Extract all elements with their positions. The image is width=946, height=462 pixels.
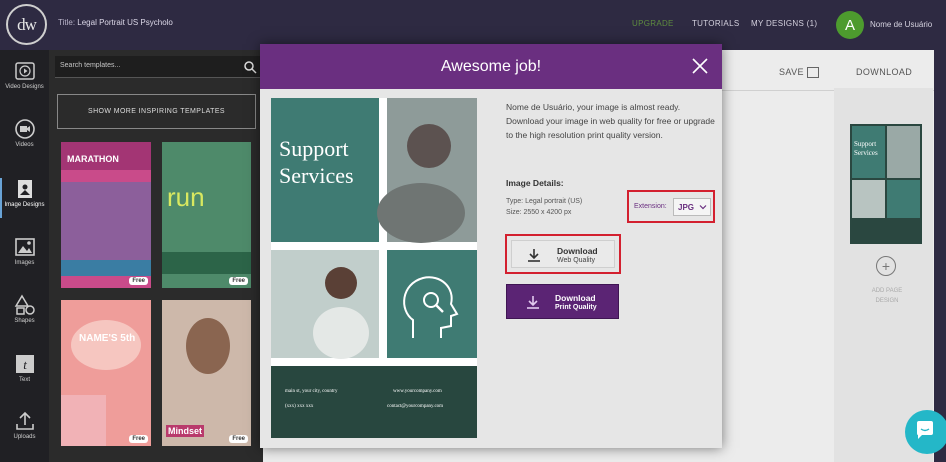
template-card-text: run xyxy=(167,182,205,212)
download-icon xyxy=(528,249,540,262)
sidebar-item-label: Videos xyxy=(15,142,34,148)
preview-artwork: Support Services main st, your city, cou… xyxy=(271,98,477,438)
thumb-headline-1: Support xyxy=(854,140,876,148)
preview-address: main st, your city, country xyxy=(285,389,338,394)
download-print-quality-button[interactable]: Download Print Quality xyxy=(506,284,619,319)
extension-select[interactable]: JPG xyxy=(673,198,711,216)
sidebar-item-video-designs[interactable]: Video Designs xyxy=(0,60,49,90)
template-card-marathon[interactable]: MARATHON Free xyxy=(61,142,151,288)
download-web-quality-button[interactable]: Download Web Quality xyxy=(511,240,615,268)
title-text[interactable]: Legal Portrait US Psycholo xyxy=(77,18,173,27)
search-placeholder: Search templates... xyxy=(60,62,121,69)
upload-icon xyxy=(15,411,34,430)
search-templates-input[interactable]: Search templates... xyxy=(55,56,260,78)
sidebar-item-label: Shapes xyxy=(14,318,35,324)
add-page-label: ADD PAGE DESIGN xyxy=(871,288,903,304)
preview-website: www.yourcompany.com xyxy=(393,389,442,394)
extension-highlight: Extension: JPG xyxy=(627,190,715,223)
sidebar-item-label: Video Designs xyxy=(5,84,44,90)
video-icon xyxy=(14,119,35,139)
print-download-title: Download xyxy=(555,293,596,303)
sidebar-item-shapes[interactable]: Shapes xyxy=(0,294,49,324)
chat-widget-button[interactable] xyxy=(905,410,946,454)
free-badge: Free xyxy=(129,435,148,443)
shapes-icon xyxy=(14,294,35,315)
sidebar-item-videos[interactable]: Videos xyxy=(0,118,49,148)
preview-headline-2: Services xyxy=(279,163,354,188)
avatar[interactable]: A xyxy=(836,11,864,39)
preview-email: contact@yourcompany.com xyxy=(387,404,443,409)
design-preview: Support Services main st, your city, cou… xyxy=(271,98,477,438)
image-design-icon xyxy=(17,180,32,198)
template-card-run[interactable]: run Free xyxy=(162,142,251,288)
template-card-text: NAME'S 5th xyxy=(79,333,136,344)
sidebar-item-text[interactable]: t Text xyxy=(0,353,49,383)
modal-message: Nome de Usuário, your image is almost re… xyxy=(506,102,715,140)
sidebar-item-uploads[interactable]: Uploads xyxy=(0,410,49,440)
upgrade-link[interactable]: UPGRADE xyxy=(632,19,674,28)
close-icon[interactable] xyxy=(691,57,709,75)
page-thumbnail[interactable]: Support Services xyxy=(850,124,922,244)
document-title[interactable]: Title: Legal Portrait US Psycholo xyxy=(58,18,173,27)
left-sidebar: Video Designs Videos Image Designs Image… xyxy=(0,50,49,462)
template-card-text: Mindset xyxy=(166,425,205,437)
sidebar-item-label: Image Designs xyxy=(4,202,45,208)
web-quality-highlight: Download Web Quality xyxy=(505,234,621,274)
web-download-subtitle: Web Quality xyxy=(557,257,595,264)
chat-icon xyxy=(917,421,933,439)
title-prefix: Title: xyxy=(58,18,76,27)
username-menu[interactable]: Nome de Usuário xyxy=(870,20,932,29)
svg-text:t: t xyxy=(23,357,27,372)
chevron-down-icon xyxy=(699,205,707,210)
image-details: Type: Legal portrait (US) Size: 2550 x 4… xyxy=(506,196,582,218)
download-button[interactable]: DOWNLOAD xyxy=(856,67,912,77)
play-icon xyxy=(14,62,35,80)
web-download-title: Download xyxy=(557,246,598,256)
save-label: SAVE xyxy=(779,67,804,77)
show-more-templates-button[interactable]: SHOW MORE INSPIRING TEMPLATES xyxy=(57,94,256,129)
download-icon xyxy=(527,296,539,309)
template-card-text: MARATHON xyxy=(67,154,119,164)
free-badge: Free xyxy=(129,277,148,285)
template-card-birthday[interactable]: NAME'S 5th Free xyxy=(61,300,151,446)
sidebar-item-image-designs[interactable]: Image Designs xyxy=(0,178,49,208)
image-details-heading: Image Details: xyxy=(506,178,564,188)
modal-title: Awesome job! xyxy=(440,57,542,75)
image-icon xyxy=(14,238,35,256)
free-badge: Free xyxy=(229,277,248,285)
sidebar-item-images[interactable]: Images xyxy=(0,236,49,266)
logo[interactable]: dw xyxy=(6,4,47,45)
extension-value: JPG xyxy=(678,203,695,212)
print-download-subtitle: Print Quality xyxy=(555,304,597,311)
template-card-mindset[interactable]: Mindset Free xyxy=(162,300,251,446)
thumb-headline-2: Services xyxy=(854,149,878,157)
my-designs-link[interactable]: MY DESIGNS (1) xyxy=(751,19,817,28)
preview-phone: (xxx) xxx xxx xyxy=(285,404,314,409)
download-modal: Awesome job! Support Services main st, y… xyxy=(260,44,722,448)
extension-label: Extension: xyxy=(634,203,667,210)
top-header: dw Title: Legal Portrait US Psycholo UPG… xyxy=(0,0,946,50)
text-icon: t xyxy=(15,355,34,373)
image-size: Size: 2550 x 4200 px xyxy=(506,209,572,216)
modal-header: Awesome job! xyxy=(260,44,722,89)
right-scrollbar[interactable] xyxy=(934,50,946,462)
save-button[interactable]: SAVE xyxy=(779,67,819,79)
sidebar-item-label: Text xyxy=(18,377,30,383)
save-icon xyxy=(806,67,819,79)
sidebar-item-label: Images xyxy=(14,260,35,266)
sidebar-item-label: Uploads xyxy=(13,434,36,440)
preview-headline-1: Support xyxy=(279,136,349,161)
image-type: Type: Legal portrait (US) xyxy=(506,198,583,205)
add-page-button[interactable]: + xyxy=(876,256,896,276)
free-badge: Free xyxy=(229,435,248,443)
tutorials-link[interactable]: TUTORIALS xyxy=(692,19,739,28)
search-icon[interactable] xyxy=(243,60,257,74)
